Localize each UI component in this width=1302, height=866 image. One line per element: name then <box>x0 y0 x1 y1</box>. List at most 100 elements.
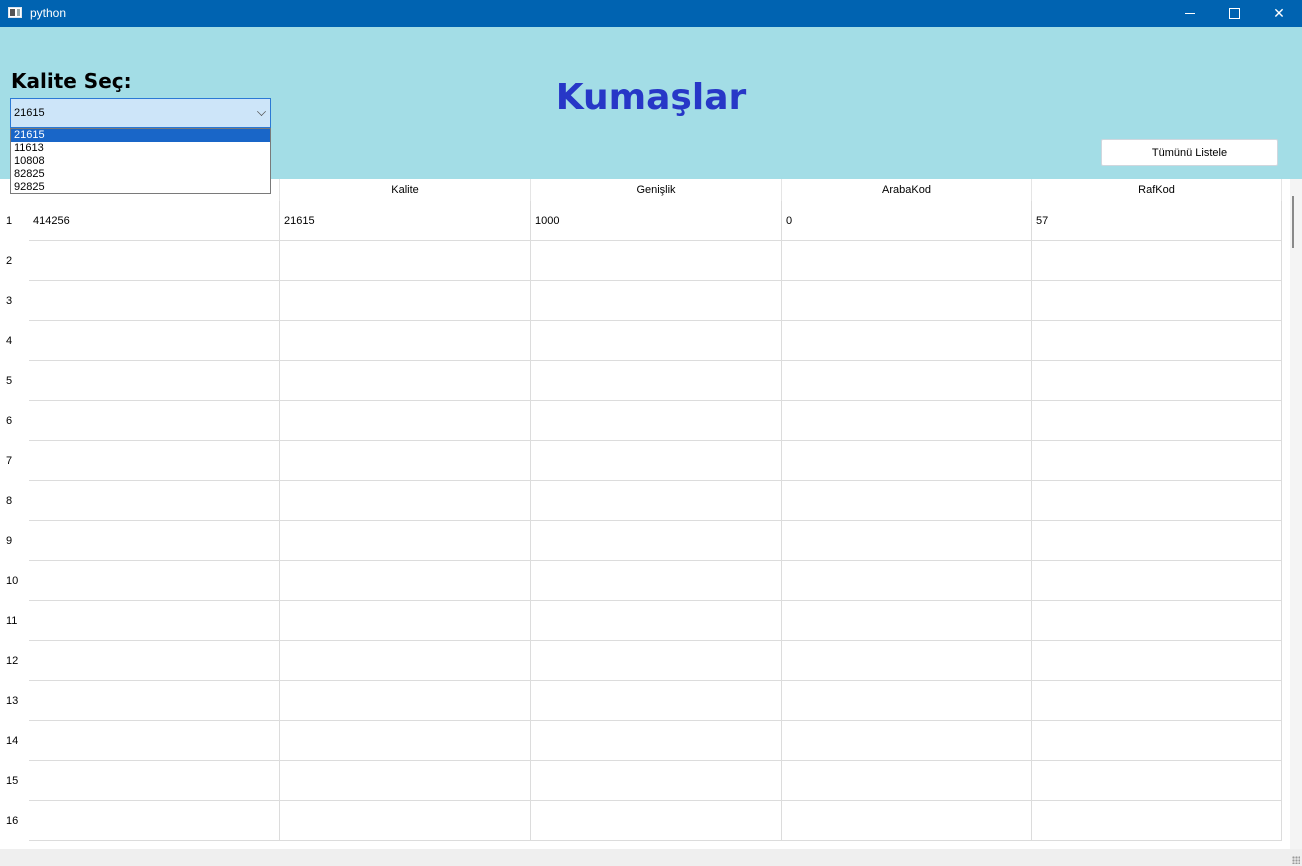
table-cell[interactable] <box>1032 681 1282 721</box>
table-row[interactable]: 11 <box>0 601 1290 641</box>
table-cell[interactable] <box>29 601 280 641</box>
row-number[interactable]: 11 <box>0 601 29 641</box>
column-header[interactable]: Kalite <box>280 179 531 201</box>
table-cell[interactable] <box>531 721 782 761</box>
table-row[interactable]: 1 414256 21615 1000 0 57 <box>0 201 1290 241</box>
table-cell[interactable] <box>280 801 531 841</box>
table-row[interactable]: 9 <box>0 521 1290 561</box>
table-cell[interactable] <box>1032 521 1282 561</box>
table-row[interactable]: 4 <box>0 321 1290 361</box>
table-cell[interactable] <box>1032 761 1282 801</box>
dropdown-option[interactable]: 92825 <box>11 181 270 194</box>
table-row[interactable]: 12 <box>0 641 1290 681</box>
row-number[interactable]: 12 <box>0 641 29 681</box>
table-cell[interactable] <box>29 401 280 441</box>
table-cell[interactable] <box>280 321 531 361</box>
table-cell[interactable] <box>280 281 531 321</box>
table-cell[interactable] <box>782 361 1032 401</box>
table-cell[interactable] <box>1032 601 1282 641</box>
table-cell[interactable] <box>1032 401 1282 441</box>
table-cell[interactable] <box>280 641 531 681</box>
table-cell[interactable] <box>1032 481 1282 521</box>
kalite-combobox[interactable]: 21615 <box>10 98 271 128</box>
table-cell[interactable] <box>29 681 280 721</box>
table-cell[interactable] <box>280 521 531 561</box>
table-cell[interactable] <box>531 321 782 361</box>
table-cell[interactable] <box>280 601 531 641</box>
minimize-button[interactable] <box>1167 0 1213 27</box>
table-row[interactable]: 15 <box>0 761 1290 801</box>
table-cell[interactable] <box>29 361 280 401</box>
table-cell[interactable] <box>29 561 280 601</box>
table-cell[interactable] <box>280 361 531 401</box>
maximize-button[interactable] <box>1211 0 1257 27</box>
table-row[interactable]: 10 <box>0 561 1290 601</box>
table-cell[interactable]: 414256 <box>29 201 280 241</box>
dropdown-option[interactable]: 21615 <box>11 129 270 142</box>
table-row[interactable]: 2 <box>0 241 1290 281</box>
table-cell[interactable] <box>531 521 782 561</box>
table-cell[interactable] <box>782 521 1032 561</box>
table-cell[interactable] <box>1032 321 1282 361</box>
table-cell[interactable] <box>782 721 1032 761</box>
table-cell[interactable] <box>782 481 1032 521</box>
row-number[interactable]: 3 <box>0 281 29 321</box>
table-cell[interactable] <box>1032 281 1282 321</box>
table-row[interactable]: 13 <box>0 681 1290 721</box>
table-cell[interactable] <box>280 721 531 761</box>
table-cell[interactable] <box>782 401 1032 441</box>
table-cell[interactable] <box>29 441 280 481</box>
table-cell[interactable] <box>531 641 782 681</box>
row-number[interactable]: 14 <box>0 721 29 761</box>
fabric-table[interactable]: Kalite Genişlik ArabaKod RafKod 1 414256 2161… <box>0 179 1290 849</box>
table-cell[interactable] <box>29 241 280 281</box>
resize-grip-icon[interactable] <box>1292 856 1300 864</box>
table-cell[interactable] <box>280 401 531 441</box>
table-cell[interactable] <box>29 281 280 321</box>
table-row[interactable]: 6 <box>0 401 1290 441</box>
column-header[interactable]: ArabaKod <box>782 179 1032 201</box>
dropdown-option[interactable]: 82825 <box>11 168 270 181</box>
table-cell[interactable] <box>782 321 1032 361</box>
table-cell[interactable]: 57 <box>1032 201 1282 241</box>
table-cell[interactable] <box>1032 561 1282 601</box>
table-cell[interactable] <box>280 481 531 521</box>
table-cell[interactable] <box>1032 241 1282 281</box>
row-number[interactable]: 4 <box>0 321 29 361</box>
table-row[interactable]: 16 <box>0 801 1290 841</box>
table-cell[interactable] <box>29 521 280 561</box>
table-cell[interactable] <box>531 441 782 481</box>
table-cell[interactable] <box>280 441 531 481</box>
row-number[interactable]: 15 <box>0 761 29 801</box>
row-number[interactable]: 6 <box>0 401 29 441</box>
table-cell[interactable] <box>29 721 280 761</box>
row-number[interactable]: 5 <box>0 361 29 401</box>
row-number[interactable]: 1 <box>0 201 29 241</box>
table-cell[interactable] <box>782 761 1032 801</box>
table-cell[interactable] <box>280 681 531 721</box>
table-cell[interactable] <box>531 281 782 321</box>
dropdown-option[interactable]: 11613 <box>11 142 270 155</box>
table-cell[interactable] <box>1032 441 1282 481</box>
scrollbar-thumb[interactable] <box>1292 196 1294 248</box>
dropdown-option[interactable]: 10808 <box>11 155 270 168</box>
table-cell[interactable] <box>29 761 280 801</box>
table-cell[interactable] <box>782 801 1032 841</box>
table-row[interactable]: 8 <box>0 481 1290 521</box>
table-row[interactable]: 7 <box>0 441 1290 481</box>
table-cell[interactable] <box>782 601 1032 641</box>
row-number[interactable]: 10 <box>0 561 29 601</box>
vertical-scrollbar[interactable] <box>1290 179 1302 849</box>
table-row[interactable]: 14 <box>0 721 1290 761</box>
table-cell[interactable]: 1000 <box>531 201 782 241</box>
table-cell[interactable] <box>280 241 531 281</box>
kalite-dropdown-list[interactable]: 21615 11613 10808 82825 92825 <box>10 128 271 194</box>
table-cell[interactable] <box>280 561 531 601</box>
table-cell[interactable] <box>29 801 280 841</box>
row-number[interactable]: 13 <box>0 681 29 721</box>
table-cell[interactable]: 21615 <box>280 201 531 241</box>
table-cell[interactable] <box>782 641 1032 681</box>
table-cell[interactable] <box>29 481 280 521</box>
table-cell[interactable] <box>531 361 782 401</box>
table-cell[interactable] <box>531 761 782 801</box>
